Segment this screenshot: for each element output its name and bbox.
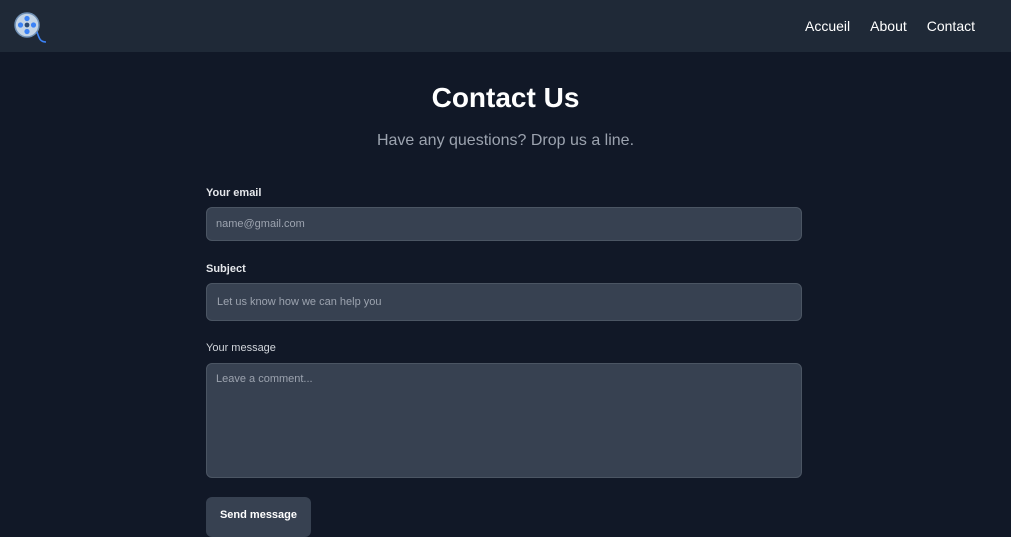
navbar: Accueil About Contact — [0, 0, 1011, 52]
page-subtitle: Have any questions? Drop us a line. — [376, 132, 635, 149]
nav-links: Accueil About Contact — [805, 0, 975, 52]
nav-link-contact[interactable]: Contact — [927, 18, 975, 34]
message-field[interactable] — [206, 363, 802, 478]
nav-link-accueil[interactable]: Accueil — [805, 18, 850, 34]
subject-label: Subject — [206, 263, 246, 275]
send-message-button[interactable]: Send message — [206, 497, 311, 537]
film-reel-icon[interactable] — [12, 10, 48, 46]
nav-link-about[interactable]: About — [870, 18, 907, 34]
subject-field[interactable] — [206, 283, 802, 321]
page-title: Contact Us — [431, 82, 580, 113]
email-field[interactable] — [206, 207, 802, 241]
email-label: Your email — [206, 187, 262, 199]
message-label: Your message — [206, 342, 276, 354]
